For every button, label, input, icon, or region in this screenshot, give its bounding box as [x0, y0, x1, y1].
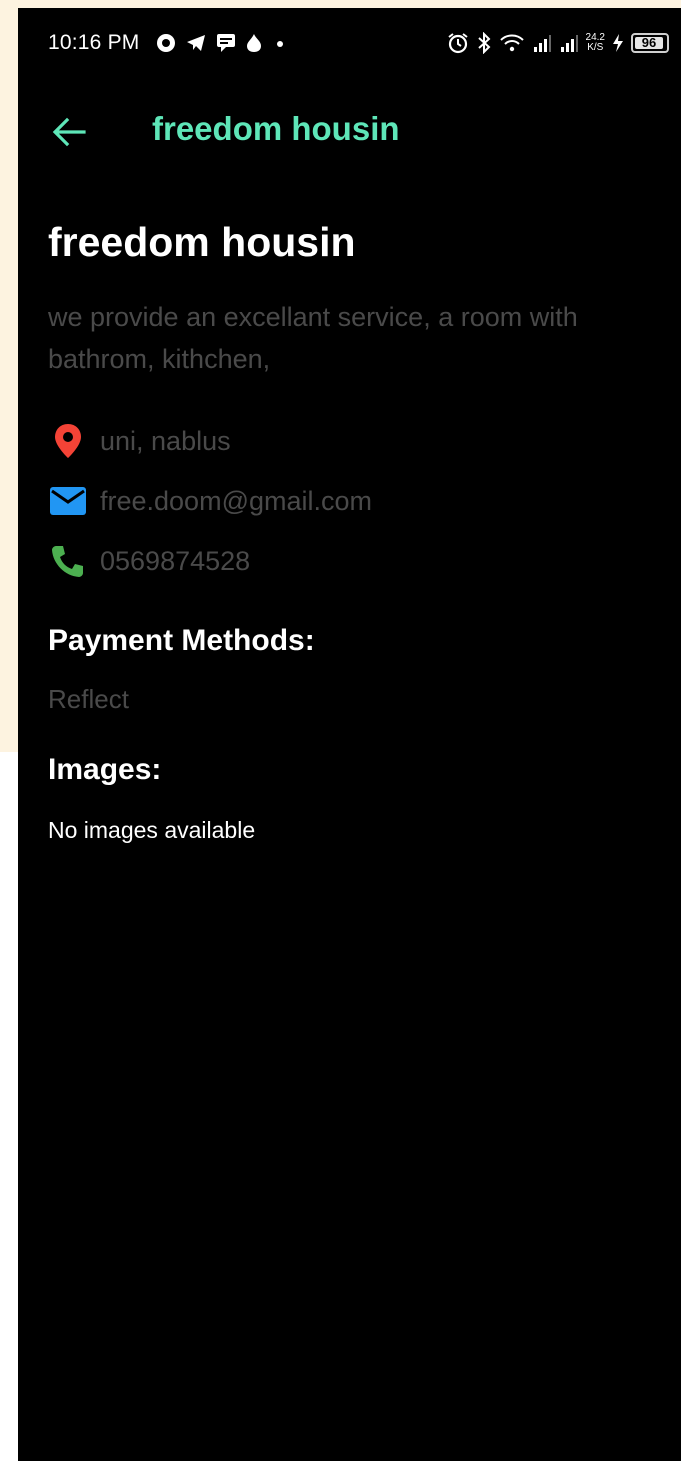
network-speed: 24.2 K/S: [586, 33, 605, 53]
bluetooth-icon: [476, 32, 492, 54]
phone-screen: 10:16 PM 24.2 K/S 96 freedom housin free…: [18, 8, 681, 1461]
alarm-icon: [447, 32, 469, 54]
phone-row: 0569874528: [48, 536, 668, 586]
telegram-icon: [186, 34, 206, 52]
background-strip: [0, 0, 18, 1461]
browser-icon: [156, 33, 176, 53]
email-text: free.doom@gmail.com: [100, 485, 373, 516]
status-left-icons: [156, 31, 288, 55]
location-row: uni, nablus: [48, 416, 668, 466]
no-images-text: No images available: [48, 817, 256, 843]
message-icon: [216, 33, 236, 53]
back-button[interactable]: [50, 112, 90, 152]
listing-description: we provide an excellant service, a room …: [48, 302, 578, 374]
status-right-icons: 24.2 K/S 96: [447, 30, 669, 56]
signal-icon: [532, 33, 552, 53]
dot-icon: [272, 33, 288, 53]
charging-icon: [612, 33, 624, 53]
email-row: free.doom@gmail.com: [48, 476, 668, 526]
email-icon: [48, 481, 88, 521]
status-time: 10:16 PM: [48, 31, 140, 54]
payment-methods-value: Reflect: [48, 684, 129, 714]
wifi-icon: [499, 32, 525, 54]
payment-methods-title: Payment Methods:: [48, 624, 315, 657]
phone-text: 0569874528: [100, 545, 251, 576]
images-title: Images:: [48, 753, 162, 786]
battery-level: 96: [641, 35, 657, 50]
listing-details: freedom housin we provide an excellant s…: [48, 218, 668, 844]
battery-indicator: 96: [631, 33, 669, 53]
contact-info-list: uni, nablus free.doom@gmail.com 05698745…: [48, 416, 668, 586]
listing-name: freedom housin: [48, 219, 356, 265]
fire-icon: [246, 33, 262, 53]
signal-icon: [559, 33, 579, 53]
location-pin-icon: [48, 421, 88, 461]
back-arrow-icon: [52, 117, 86, 147]
app-bar-title: freedom housin: [152, 110, 400, 147]
network-speed-unit: K/S: [587, 42, 604, 53]
app-bar: freedom housin: [18, 98, 681, 158]
status-bar: 10:16 PM 24.2 K/S 96: [18, 8, 681, 84]
phone-icon: [48, 541, 88, 581]
background-strip-top: [0, 0, 18, 752]
location-text: uni, nablus: [100, 425, 231, 456]
